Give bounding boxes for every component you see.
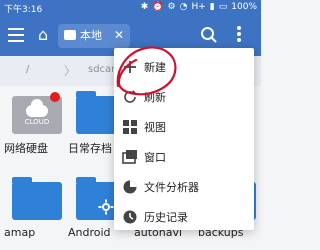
home-icon[interactable]: ⌂: [38, 26, 48, 44]
notification-badge: [50, 92, 60, 102]
menu-item-label: 新建: [144, 61, 166, 74]
folder-icon: [12, 177, 62, 220]
hamburger-menu-icon[interactable]: [8, 28, 24, 42]
overflow-menu: 新建 刷新 视图 窗口 文件分析器 历史记录: [114, 48, 254, 230]
more-options-icon[interactable]: [236, 24, 242, 46]
grid-item-folder[interactable]: amap: [4, 177, 66, 250]
menu-item-label: 刷新: [144, 91, 166, 104]
tab-label: 本地: [80, 29, 102, 42]
refresh-icon: [122, 89, 138, 105]
menu-item-label: 历史记录: [144, 211, 188, 224]
pie-chart-icon: [122, 179, 138, 195]
signal-icon: ▮: [209, 2, 215, 12]
wifi-icon: ◔: [179, 2, 188, 12]
bluetooth-icon: ✱: [140, 2, 149, 12]
close-icon[interactable]: ✕: [114, 27, 124, 43]
gear-icon: [98, 199, 114, 215]
phone-storage-icon: [64, 30, 76, 40]
menu-item-label: 文件分析器: [144, 181, 199, 194]
menu-item-window[interactable]: 窗口: [114, 142, 254, 172]
menu-item-new[interactable]: 新建: [114, 52, 254, 82]
menu-item-refresh[interactable]: 刷新: [114, 82, 254, 112]
status-bar: 下午3:16 ✱ ⏰ ⚙ ◔ H+ ▮ ▭ 100%: [0, 0, 261, 16]
status-time: 下午3:16: [4, 5, 43, 15]
windows-icon: [122, 149, 138, 165]
alarm-icon: ⏰: [152, 2, 164, 12]
breadcrumb-root[interactable]: /: [26, 64, 29, 75]
settings-icon: ⚙: [167, 2, 176, 12]
battery-percent: 100%: [231, 2, 257, 12]
tab-local[interactable]: 本地 ✕: [58, 24, 130, 48]
chevron-right-icon: 〉: [64, 64, 77, 78]
grid-item-cloud[interactable]: CLOUD 网络硬盘: [4, 92, 66, 164]
battery-icon: ▭: [218, 2, 228, 12]
plus-icon: [122, 59, 138, 75]
menu-item-label: 窗口: [144, 151, 166, 164]
menu-item-history[interactable]: 历史记录: [114, 202, 254, 232]
history-icon: [122, 209, 138, 225]
search-icon[interactable]: [200, 26, 218, 44]
grid-view-icon: [122, 119, 138, 135]
menu-item-label: 视图: [144, 121, 166, 134]
menu-item-file-analyzer[interactable]: 文件分析器: [114, 172, 254, 202]
cloud-text: CLOUD: [24, 118, 50, 126]
grid-item-label: 网络硬盘: [4, 142, 48, 155]
status-icons: ✱ ⏰ ⚙ ◔ H+ ▮ ▭ 100%: [141, 2, 257, 12]
network-type: H+: [191, 2, 206, 12]
grid-item-label: amap: [4, 226, 36, 239]
menu-item-view[interactable]: 视图: [114, 112, 254, 142]
